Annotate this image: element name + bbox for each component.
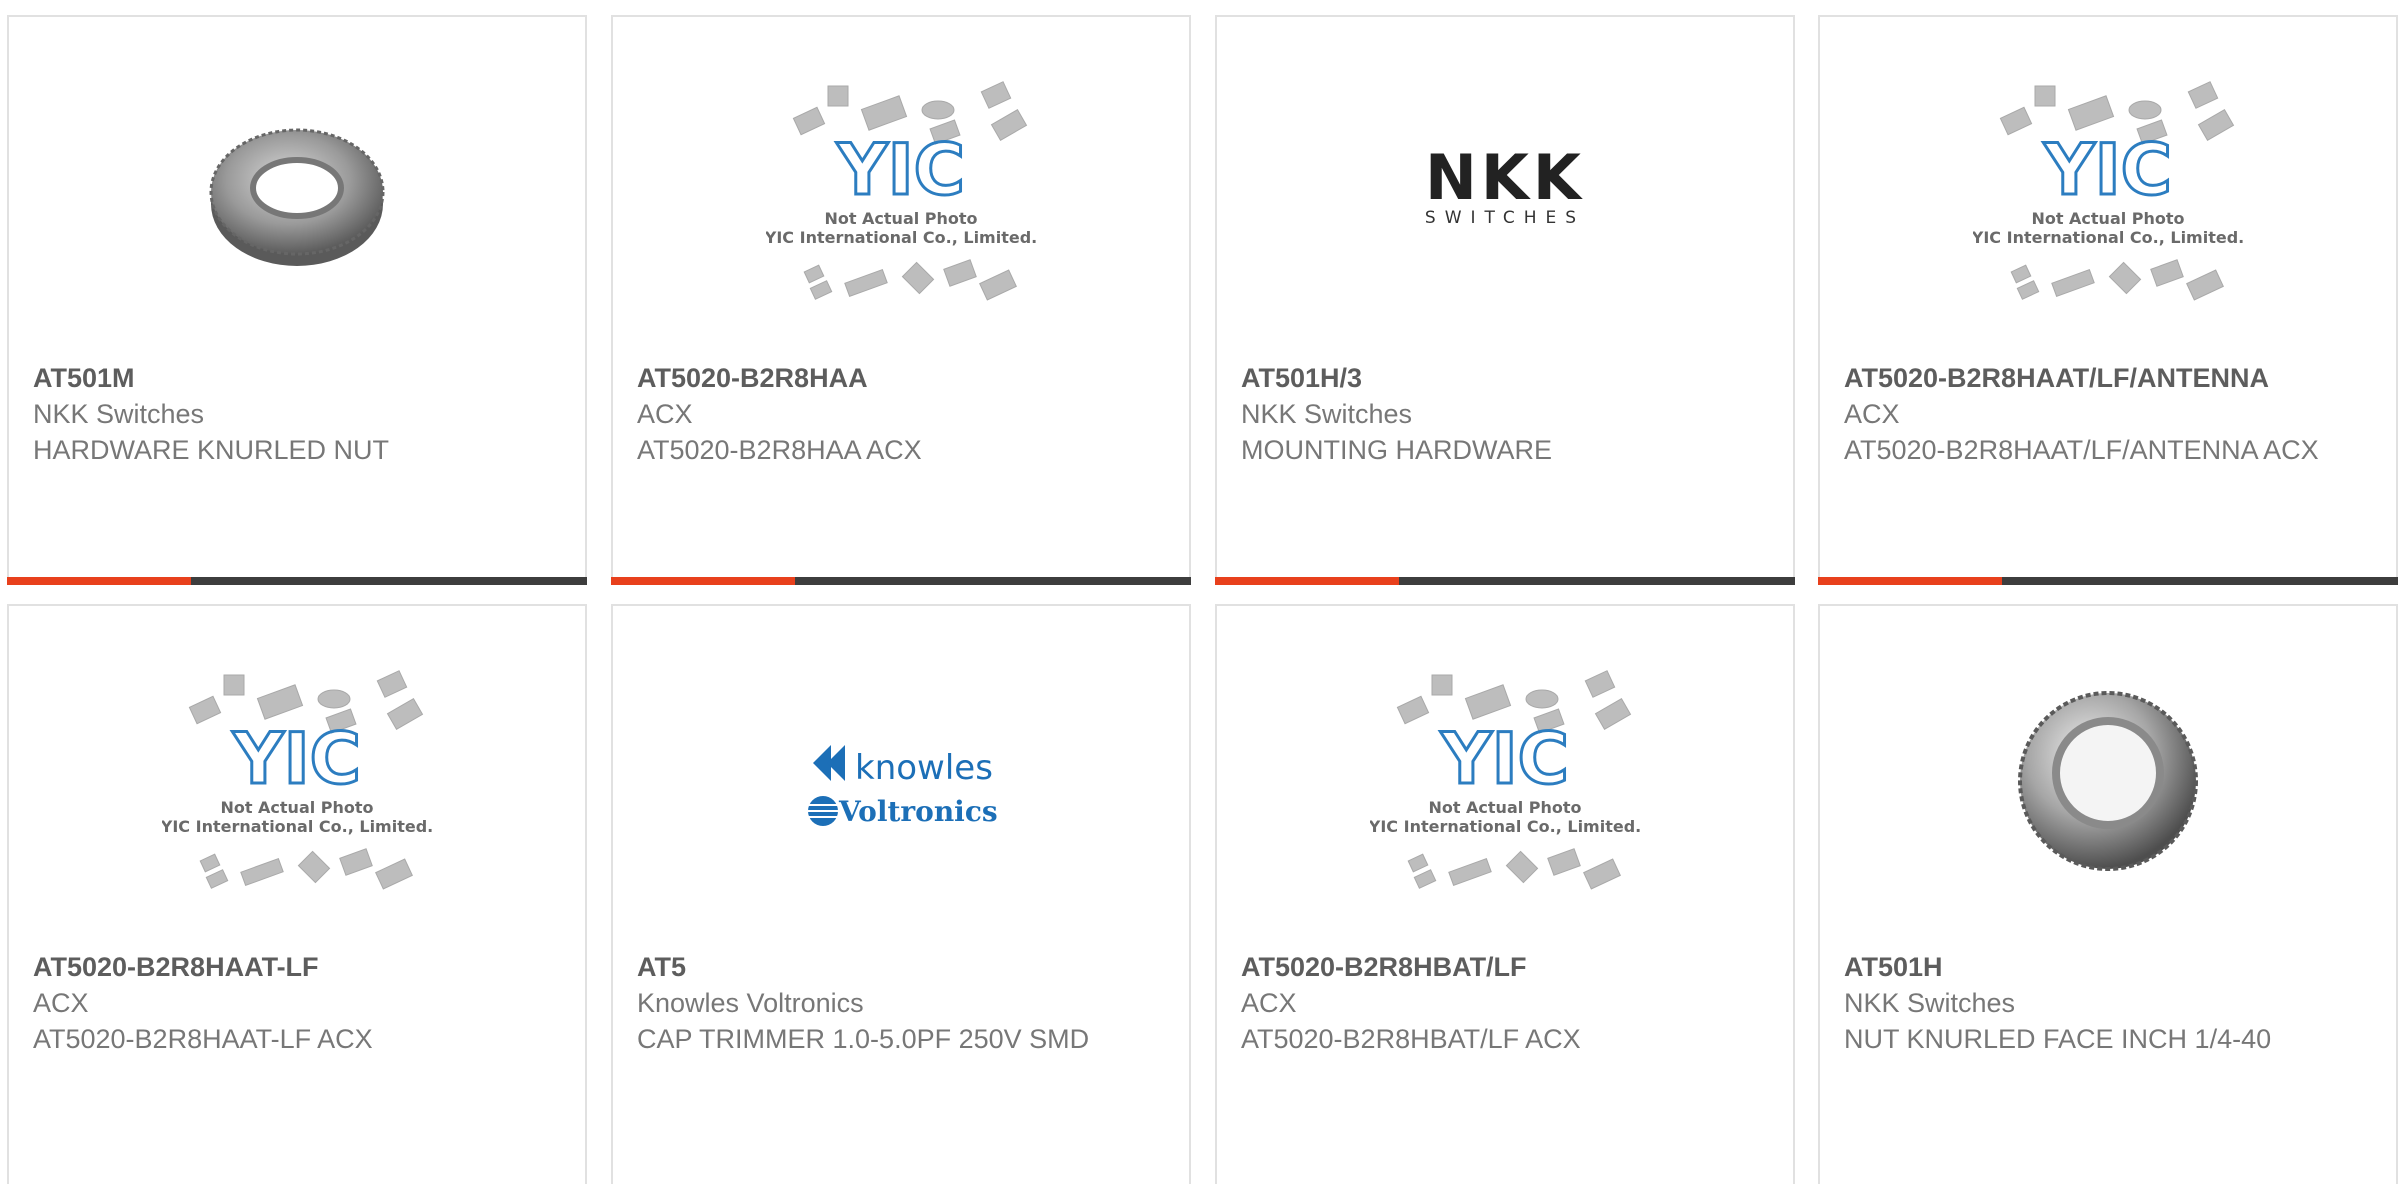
product-image[interactable]: knowles Voltronics (613, 666, 1189, 896)
product-card[interactable]: AT501M NKK Switches HARDWARE KNURLED NUT (7, 15, 587, 585)
svg-text:YIC: YIC (232, 718, 361, 800)
svg-text:YIC: YIC (2043, 129, 2172, 211)
product-card[interactable]: YIC Not Actual Photo YIC International C… (611, 15, 1191, 585)
yic-placeholder-icon: YIC Not Actual Photo YIC International C… (162, 670, 432, 890)
manufacturer: NKK Switches (1844, 988, 2016, 1018)
knowles-logo-icon: knowles Voltronics (808, 745, 998, 828)
svg-text:YIC International Co., Limited: YIC International Co., Limited. (1370, 817, 1640, 836)
yic-placeholder-icon: YIC Not Actual Photo YIC International C… (1973, 81, 2243, 301)
nkk-logo-icon: NKK SWITCHES (1425, 147, 1585, 228)
part-number[interactable]: AT501M (33, 360, 515, 396)
part-number[interactable]: AT5020-B2R8HAA (637, 360, 1119, 396)
product-card[interactable]: AT501H NKK Switches NUT KNURLED FACE INC… (1818, 604, 2398, 1184)
product-card[interactable]: knowles Voltronics AT5 Knowles Voltronic… (611, 604, 1191, 1184)
part-number[interactable]: AT5 (637, 949, 1119, 985)
svg-text:YIC International Co., Limited: YIC International Co., Limited. (1973, 228, 2243, 247)
svg-text:Not Actual Photo: Not Actual Photo (2031, 209, 2184, 228)
svg-text:YIC: YIC (836, 129, 965, 211)
svg-text:YIC International Co., Limited: YIC International Co., Limited. (162, 817, 432, 836)
yic-placeholder-icon: YIC Not Actual Photo YIC International C… (1370, 670, 1640, 890)
part-number[interactable]: AT5020-B2R8HAAT-LF (33, 949, 515, 985)
manufacturer: Knowles Voltronics (637, 988, 864, 1018)
product-image[interactable]: NKK SWITCHES (1217, 77, 1793, 307)
svg-text:knowles: knowles (855, 748, 993, 788)
product-image[interactable]: YIC Not Actual Photo YIC International C… (1217, 666, 1793, 896)
svg-text:YIC International Co., Limited: YIC International Co., Limited. (766, 228, 1036, 247)
product-grid: AT501M NKK Switches HARDWARE KNURLED NUT… (0, 0, 2400, 1184)
manufacturer: NKK Switches (1241, 399, 1413, 429)
description: MOUNTING HARDWARE (1241, 435, 1552, 465)
part-number[interactable]: AT5020-B2R8HAAT/LF/ANTENNA (1844, 360, 2326, 396)
product-card[interactable]: YIC Not Actual Photo YIC International C… (7, 604, 587, 1184)
product-card[interactable]: YIC Not Actual Photo YIC International C… (1215, 604, 1795, 1184)
part-number[interactable]: AT5020-B2R8HBAT/LF (1241, 949, 1723, 985)
card-bar (7, 577, 587, 585)
product-card[interactable]: YIC Not Actual Photo YIC International C… (1818, 15, 2398, 585)
card-bar (611, 577, 1191, 585)
manufacturer: ACX (1844, 399, 1900, 429)
svg-text:Not Actual Photo: Not Actual Photo (1428, 798, 1581, 817)
card-bar (1818, 577, 2398, 585)
knurled-nut-icon (2018, 691, 2198, 871)
description: AT5020-B2R8HBAT/LF ACX (1241, 1024, 1581, 1054)
product-image[interactable]: YIC Not Actual Photo YIC International C… (9, 666, 585, 896)
product-image[interactable] (9, 77, 585, 307)
svg-text:YIC: YIC (1440, 718, 1569, 800)
svg-text:NKK: NKK (1425, 147, 1585, 214)
product-image[interactable]: YIC Not Actual Photo YIC International C… (1820, 77, 2396, 307)
svg-text:Not Actual Photo: Not Actual Photo (824, 209, 977, 228)
part-number[interactable]: AT501H/3 (1241, 360, 1723, 396)
description: CAP TRIMMER 1.0-5.0PF 250V SMD (637, 1024, 1090, 1054)
manufacturer: ACX (33, 988, 89, 1018)
description: AT5020-B2R8HAA ACX (637, 435, 922, 465)
svg-text:Not Actual Photo: Not Actual Photo (220, 798, 373, 817)
yic-placeholder-icon: YIC Not Actual Photo YIC International C… (766, 81, 1036, 301)
product-image[interactable]: YIC Not Actual Photo YIC International C… (613, 77, 1189, 307)
description: AT5020-B2R8HAAT/LF/ANTENNA ACX (1844, 435, 2319, 465)
manufacturer: NKK Switches (33, 399, 205, 429)
part-number[interactable]: AT501H (1844, 949, 2326, 985)
product-image[interactable] (1820, 666, 2396, 896)
svg-text:SWITCHES: SWITCHES (1425, 208, 1585, 228)
svg-text:Voltronics: Voltronics (838, 795, 998, 828)
product-card[interactable]: NKK SWITCHES AT501H/3 NKK Switches MOUNT… (1215, 15, 1795, 585)
description: HARDWARE KNURLED NUT (33, 435, 390, 465)
manufacturer: ACX (637, 399, 693, 429)
manufacturer: ACX (1241, 988, 1297, 1018)
knurled-nut-icon (209, 128, 385, 266)
card-bar (1215, 577, 1795, 585)
description: NUT KNURLED FACE INCH 1/4-40 (1844, 1024, 2272, 1054)
description: AT5020-B2R8HAAT-LF ACX (33, 1024, 373, 1054)
